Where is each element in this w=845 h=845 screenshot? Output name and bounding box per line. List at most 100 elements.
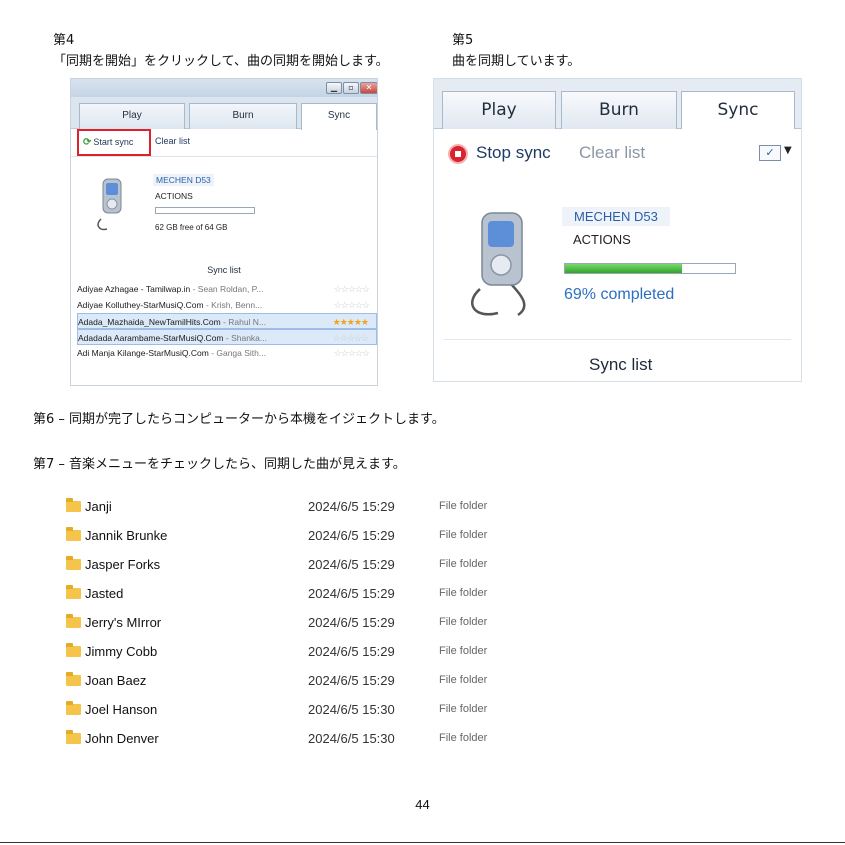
divider [444,339,791,340]
folder-type: File folder [439,645,488,657]
rating-stars-icon[interactable]: ☆☆☆☆☆ [334,345,370,361]
folder-date: 2024/6/5 15:29 [308,499,395,514]
sync-track-row[interactable]: Adiyae Azhagae - Tamilwap.in - Sean Rold… [77,281,377,297]
tab-play[interactable]: Play [442,91,556,129]
sync-progress-fill [565,264,683,273]
folder-type: File folder [439,674,488,686]
rating-stars-icon[interactable]: ☆☆☆☆☆ [333,330,369,344]
folder-row[interactable]: Joel Hanson 2024/6/5 15:30 File folder [66,700,626,729]
chevron-down-icon[interactable]: ▼ [784,145,792,156]
wmp-sync-screenshot-start: ▁ ▫ ✕ Play Burn Sync ⟳ Start sync Clear l… [70,78,378,386]
track-artist: - Rahul N... [220,317,267,327]
folder-name: Janji [85,499,112,514]
folder-row[interactable]: Jerry's MIrror 2024/6/5 15:29 File folder [66,613,626,642]
folder-date: 2024/6/5 15:29 [308,586,395,601]
stop-sync-button[interactable]: Stop sync [476,143,551,163]
track-artist: - Krish, Benn... [203,300,263,310]
capacity-bar [155,207,255,214]
track-name: Adiyae Kolluthey-StarMusiQ.Com [77,300,204,310]
folder-name: Joan Baez [85,673,147,688]
sync-toolbar: ⟳ Start sync Clear list [71,129,377,157]
folder-name: Jasper Forks [85,557,161,572]
folder-icon [66,672,81,686]
track-name: Adiyae Azhagae - Tamilwap.in [77,284,191,294]
rating-stars-icon[interactable]: ★★★★★ [333,314,369,328]
folder-name: Jerry's MIrror [85,615,162,630]
close-icon[interactable]: ✕ [360,82,377,94]
track-artist: - Ganga Sith... [208,348,266,358]
folder-icon [66,701,81,715]
folder-icon [66,527,81,541]
step7-text: 第7 – 音楽メニューをチェックしたら、同期した曲が見えます。 [33,457,406,472]
rating-stars-icon[interactable]: ☆☆☆☆☆ [334,297,370,313]
window-titlebar: ▁ ▫ ✕ [71,79,377,97]
step6-text: 第6 – 同期が完了したらコンピューターから本機をイジェクトします。 [33,412,445,427]
sync-options-icon[interactable]: ✓ [759,145,781,161]
track-name: Adadada Aarambame-StarMusiQ.Com [78,333,224,343]
folder-type: File folder [439,616,488,628]
folder-name: Jasted [85,586,124,601]
folder-type: File folder [439,500,488,512]
track-name: Adi Manja Kilange-StarMusiQ.Com [77,348,209,358]
free-space-text: 62 GB free of 64 GB [155,223,228,232]
rating-stars-icon[interactable]: ☆☆☆☆☆ [334,281,370,297]
media-player-icon [470,212,526,317]
tab-bar: Play Burn Sync [434,79,801,130]
device-name: MECHEN D53 [562,207,670,226]
start-sync-label: Start sync [93,137,134,147]
folder-date: 2024/6/5 15:29 [308,644,395,659]
sync-track-row[interactable]: Adada_Mazhaida_NewTamilHits.Com - Rahul … [77,313,377,329]
media-player-icon [97,178,122,231]
device-status: ACTIONS [155,191,193,201]
track-artist: - Sean Roldan, P... [190,284,264,294]
folder-type: File folder [439,529,488,541]
folder-icon [66,614,81,628]
folder-row[interactable]: Jasted 2024/6/5 15:29 File folder [66,584,626,613]
folder-type: File folder [439,587,488,599]
track-name: Adada_Mazhaida_NewTamilHits.Com [78,317,221,327]
folder-type: File folder [439,732,488,744]
folder-icon [66,730,81,744]
start-sync-button[interactable]: ⟳ Start sync [77,129,151,156]
folder-type: File folder [439,703,488,715]
step5-instruction: 曲を同期しています。 [452,54,581,69]
tab-burn[interactable]: Burn [561,91,677,129]
folder-date: 2024/6/5 15:30 [308,702,395,717]
sync-track-row[interactable]: Adadada Aarambame-StarMusiQ.Com - Shanka… [77,329,377,345]
clear-list-button[interactable]: Clear list [155,136,190,146]
page-number: 44 [415,797,430,812]
folder-icon [66,585,81,599]
folder-row[interactable]: John Denver 2024/6/5 15:30 File folder [66,729,626,758]
folder-date: 2024/6/5 15:29 [308,673,395,688]
tab-sync[interactable]: Sync [681,91,795,130]
folder-row[interactable]: Joan Baez 2024/6/5 15:29 File folder [66,671,626,700]
tab-bar: Play Burn Sync [71,97,377,130]
folder-row[interactable]: Jasper Forks 2024/6/5 15:29 File folder [66,555,626,584]
tab-play[interactable]: Play [79,103,185,129]
maximize-icon[interactable]: ▫ [343,82,359,94]
tab-burn[interactable]: Burn [189,103,297,129]
sync-panel: Stop sync Clear list ✓ ▼ MECHEN D53 ACTI… [434,129,801,381]
minimize-icon[interactable]: ▁ [326,82,342,94]
folder-date: 2024/6/5 15:30 [308,731,395,746]
sync-list-title: Sync list [207,265,241,275]
folder-icon [66,556,81,570]
stop-icon[interactable] [448,144,468,164]
sync-icon: ⟳ [83,137,92,148]
step4-heading: 第4 [53,33,75,48]
folder-date: 2024/6/5 15:29 [308,557,395,572]
sync-track-row[interactable]: Adi Manja Kilange-StarMusiQ.Com - Ganga … [77,345,377,361]
folder-row[interactable]: Jannik Brunke 2024/6/5 15:29 File folder [66,526,626,555]
sync-progress-bar [564,263,736,274]
footer-rule [0,842,845,843]
folder-icon [66,643,81,657]
folder-row[interactable]: Jimmy Cobb 2024/6/5 15:29 File folder [66,642,626,671]
progress-percent: 69% completed [564,286,675,303]
folder-row[interactable]: Janji 2024/6/5 15:29 File folder [66,497,626,526]
device-name: MECHEN D53 [153,174,214,186]
folder-name: Jimmy Cobb [85,644,158,659]
tab-sync[interactable]: Sync [301,103,377,130]
folder-name: Joel Hanson [85,702,158,717]
wmp-sync-screenshot-progress: Play Burn Sync Stop sync Clear list ✓ ▼ … [433,78,802,382]
sync-track-row[interactable]: Adiyae Kolluthey-StarMusiQ.Com - Krish, … [77,297,377,313]
